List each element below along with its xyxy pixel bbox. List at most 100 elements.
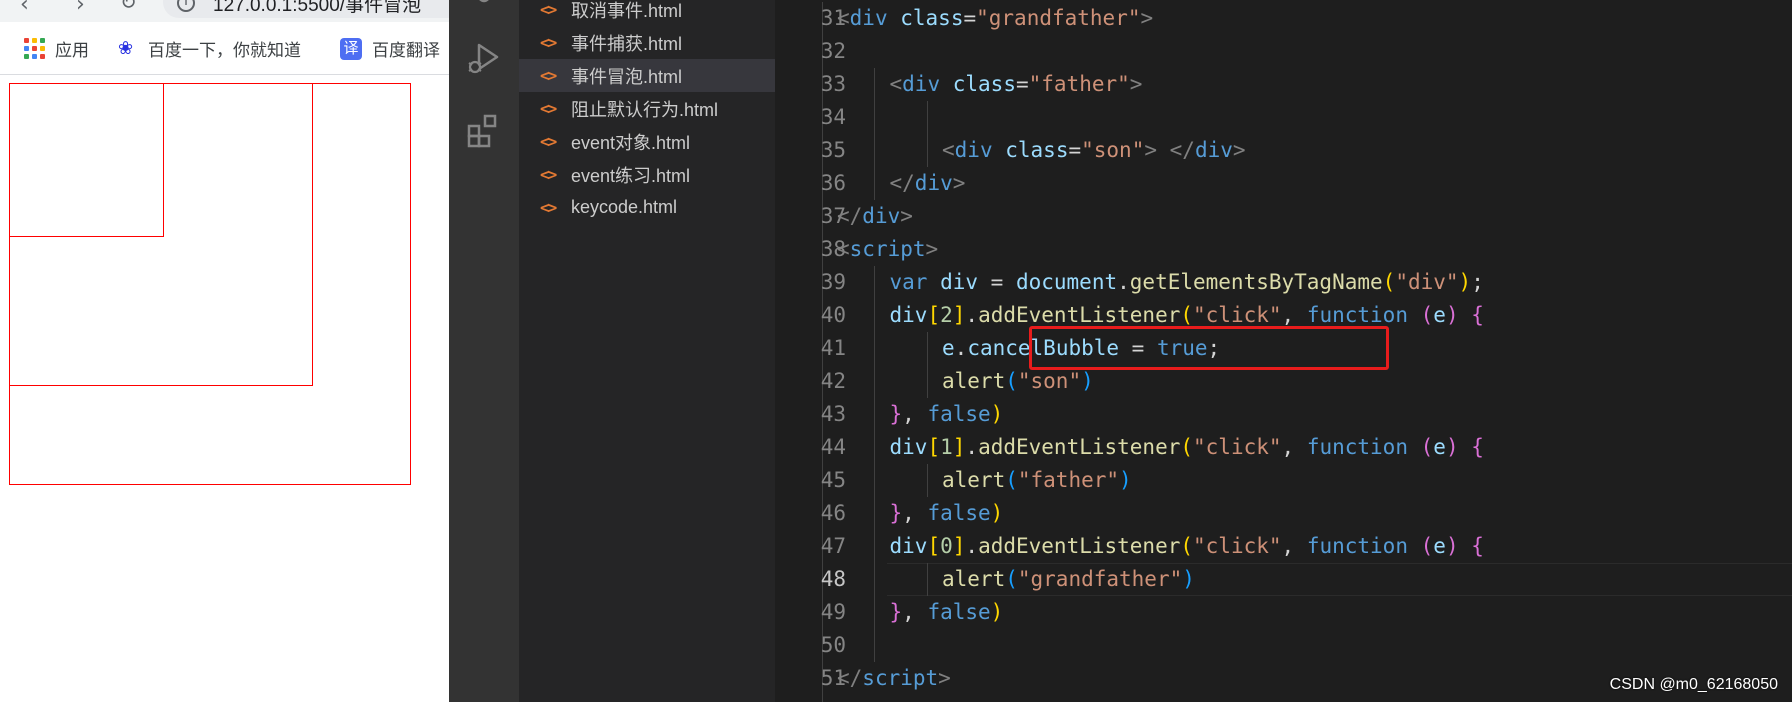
code-token: false bbox=[927, 600, 991, 624]
code-token: "son" bbox=[1081, 138, 1145, 162]
file-item[interactable]: <> 取消事件.html bbox=[519, 0, 775, 26]
code-token: class bbox=[952, 72, 1016, 96]
file-item-active[interactable]: <> 事件冒泡.html bbox=[519, 59, 775, 92]
code-text: }, false) bbox=[890, 497, 1004, 530]
code-text: var div = document.getElementsByTagName(… bbox=[890, 266, 1484, 299]
translate-icon: 译 bbox=[340, 37, 362, 60]
file-item[interactable]: <> keycode.html bbox=[519, 191, 775, 224]
code-token: e bbox=[1433, 435, 1446, 459]
code-token: , bbox=[902, 501, 928, 525]
line-number: 39 bbox=[820, 270, 846, 294]
code-token: div bbox=[1194, 138, 1233, 162]
line-number: 50 bbox=[820, 633, 846, 657]
code-token: ( bbox=[1420, 534, 1434, 558]
code-token: alert bbox=[942, 369, 1006, 393]
code-token: > bbox=[1140, 6, 1154, 30]
code-text: <div class="father"> bbox=[890, 68, 1143, 101]
code-token: addEventListener bbox=[978, 435, 1181, 459]
html-file-icon: <> bbox=[540, 99, 557, 118]
address-bar-url[interactable]: 127.0.0.1:5500/事件冒泡 bbox=[213, 0, 421, 17]
code-text: </div> bbox=[837, 200, 913, 233]
site-info-icon[interactable]: i bbox=[177, 0, 195, 12]
file-name: 事件捕获.html bbox=[571, 33, 683, 54]
line-number: 40 bbox=[820, 303, 846, 327]
code-token: e bbox=[942, 336, 955, 360]
bookmark-baidu-translate[interactable]: 译 百度翻译 bbox=[340, 36, 440, 61]
forward-arrow-icon[interactable]: › bbox=[76, 0, 85, 17]
code-token: > bbox=[938, 666, 951, 690]
code-text: alert("father") bbox=[942, 464, 1132, 497]
code-token: < bbox=[942, 138, 955, 162]
code-token: e bbox=[1433, 303, 1446, 327]
code-line: 49}, false) bbox=[775, 596, 1792, 629]
html-file-icon: <> bbox=[540, 66, 557, 85]
source-control-icon[interactable] bbox=[465, 0, 503, 20]
browser-window: ‹ › ↻ i 127.0.0.1:5500/事件冒泡 应用 ❀ 百度一下，你就… bbox=[0, 0, 449, 702]
code-token: } bbox=[889, 402, 903, 426]
code-line: 39 var div = document.getElementsByTagNam… bbox=[775, 266, 1792, 299]
code-token: "grandfather" bbox=[1017, 567, 1183, 591]
code-token: var bbox=[889, 270, 928, 294]
file-name: keycode.html bbox=[571, 197, 678, 217]
file-item[interactable]: <> 事件捕获.html bbox=[519, 26, 775, 59]
line-number: 38 bbox=[820, 237, 846, 261]
code-token: > bbox=[900, 204, 913, 228]
code-line: 47 div[0].addEventListener("click", funct… bbox=[775, 530, 1792, 563]
code-token: > bbox=[1232, 138, 1246, 162]
code-token: , bbox=[1281, 534, 1307, 558]
code-token: ) bbox=[1445, 435, 1459, 459]
line-number: 32 bbox=[820, 39, 846, 63]
line-number: 36 bbox=[820, 171, 846, 195]
code-token: div bbox=[954, 138, 993, 162]
code-line: 36 </div> bbox=[775, 167, 1792, 200]
reload-icon[interactable]: ↻ bbox=[120, 0, 137, 14]
code-token: ) bbox=[1182, 567, 1195, 591]
run-debug-icon[interactable] bbox=[465, 39, 503, 77]
code-token: { bbox=[1471, 435, 1484, 459]
line-number: 48 bbox=[820, 567, 846, 591]
code-token: = bbox=[1015, 72, 1029, 96]
code-token: div bbox=[849, 6, 888, 30]
bookmark-baidu[interactable]: ❀ 百度一下，你就知道 bbox=[118, 36, 301, 61]
apps-grid-icon bbox=[24, 38, 45, 59]
code-token: ) bbox=[1081, 369, 1094, 393]
bookmark-label: 百度一下，你就知道 bbox=[148, 41, 301, 60]
code-token: ; bbox=[1471, 270, 1484, 294]
line-number: 35 bbox=[820, 138, 846, 162]
son-box[interactable] bbox=[9, 83, 164, 237]
html-file-icon: <> bbox=[540, 198, 557, 217]
file-item[interactable]: <> event对象.html bbox=[519, 125, 775, 158]
code-token: ( bbox=[1005, 369, 1018, 393]
code-line: 48 alert("grandfather") bbox=[775, 563, 1792, 596]
code-line: 32 bbox=[775, 35, 1792, 68]
back-arrow-icon[interactable]: ‹ bbox=[20, 0, 29, 17]
code-token: ( bbox=[1420, 303, 1434, 327]
code-text: <script> bbox=[837, 233, 938, 266]
bookmark-apps[interactable]: 应用 bbox=[24, 36, 89, 61]
file-item[interactable]: <> event练习.html bbox=[519, 158, 775, 191]
line-number: 44 bbox=[820, 435, 846, 459]
file-item[interactable]: <> 阻止默认行为.html bbox=[519, 92, 775, 125]
html-file-icon: <> bbox=[540, 0, 557, 19]
code-token: } bbox=[889, 501, 903, 525]
extensions-icon[interactable] bbox=[465, 112, 503, 150]
code-line: 37 </div> bbox=[775, 200, 1792, 233]
code-line: 34 bbox=[775, 101, 1792, 134]
file-name: event练习.html bbox=[571, 165, 691, 186]
code-token: false bbox=[927, 402, 991, 426]
code-line: 38 <script> bbox=[775, 233, 1792, 266]
code-text: div[1].addEventListener("click", functio… bbox=[890, 431, 1484, 464]
address-bar[interactable]: i 127.0.0.1:5500/事件冒泡 bbox=[163, 0, 449, 18]
code-token: "click" bbox=[1193, 534, 1282, 558]
code-line: 46}, false) bbox=[775, 497, 1792, 530]
code-token: div bbox=[889, 435, 928, 459]
code-line: 50 bbox=[775, 629, 1792, 662]
code-token: div bbox=[862, 204, 901, 228]
code-token: ( bbox=[1180, 435, 1194, 459]
code-token: > bbox=[1129, 72, 1143, 96]
code-token: , bbox=[902, 600, 928, 624]
code-token: div bbox=[940, 270, 979, 294]
code-token: . bbox=[965, 435, 979, 459]
